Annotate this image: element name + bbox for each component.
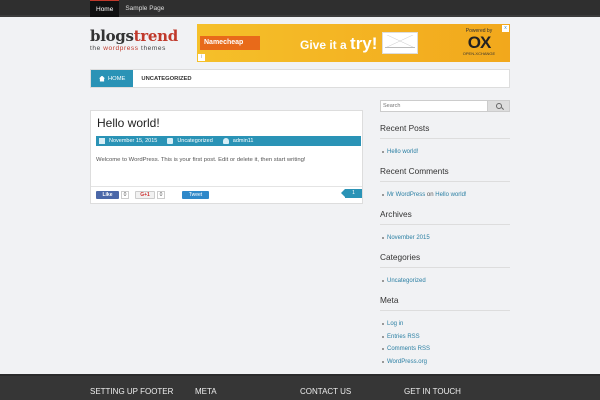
list-item[interactable]: Log in (382, 320, 430, 333)
ox-subtitle: OPEN-XCHANGE (462, 51, 496, 56)
list-item[interactable]: Entries RSS (382, 333, 430, 346)
widget-divider (380, 138, 510, 139)
list-item: Mr WordPress on Hello world! (382, 191, 467, 204)
footer-col-title: SETTING UP FOOTER (90, 387, 174, 396)
topnav-sample-page-link[interactable]: Sample Page (119, 0, 170, 17)
nav-home-label: HOME (108, 75, 126, 82)
namecheap-logo: Namecheap (200, 36, 260, 50)
categories-title: Categories (380, 252, 421, 262)
facebook-like-button[interactable]: Like (96, 191, 119, 199)
widget-divider (380, 310, 510, 311)
list-item[interactable]: November 2015 (382, 234, 430, 247)
tweet-button[interactable]: Tweet (182, 191, 209, 199)
list-item[interactable]: Hello world! (382, 148, 418, 161)
search-button[interactable] (487, 100, 510, 112)
google-plus-button[interactable]: G+1 (135, 191, 155, 199)
meta-list: Log in Entries RSS Comments RSS WordPres… (382, 320, 430, 370)
search-form (380, 100, 510, 112)
ad-close-icon[interactable]: x (502, 25, 509, 32)
logo-title-accent: trend (133, 27, 179, 45)
logo-tagline-accent: wordpress (103, 45, 139, 52)
site-logo[interactable]: blogstrend the wordpress themes (90, 27, 178, 52)
facebook-like-count: 0 (121, 191, 129, 199)
comment-on-text: on (425, 192, 436, 198)
post-excerpt: Welcome to WordPress. This is your first… (96, 157, 306, 163)
envelope-icon (382, 32, 418, 54)
comment-author-link[interactable]: Mr WordPress (387, 192, 425, 198)
calendar-icon (99, 138, 105, 144)
categories-list: Uncategorized (382, 277, 426, 290)
site-footer: SETTING UP FOOTER META CONTACT US GET IN… (0, 374, 600, 400)
google-plus-count: 0 (157, 191, 165, 199)
footer-col-title: META (195, 387, 217, 396)
nav-uncategorized[interactable]: UNCATEGORIZED (133, 70, 199, 87)
meta-title: Meta (380, 295, 399, 305)
list-item[interactable]: WordPress.org (382, 358, 430, 371)
search-input[interactable] (380, 100, 488, 112)
post-category[interactable]: Uncategorized (167, 138, 213, 144)
recent-comments-title: Recent Comments (380, 166, 449, 176)
nav-home[interactable]: HOME (91, 70, 134, 87)
recent-comments-list: Mr WordPress on Hello world! (382, 191, 467, 204)
post-author[interactable]: admin11 (222, 138, 254, 144)
top-nav: Home Sample Page (90, 0, 170, 17)
post-category-text: Uncategorized (177, 138, 213, 144)
top-bar: Home Sample Page (0, 0, 600, 17)
recent-posts-title: Recent Posts (380, 123, 430, 133)
topnav-home-link[interactable]: Home (90, 0, 120, 17)
home-icon (99, 75, 105, 82)
ad-banner[interactable]: Namecheap Give it a try! Powered by OX O… (197, 24, 510, 62)
folder-icon (167, 138, 174, 144)
footer-col-title: CONTACT US (300, 387, 352, 396)
post-divider (91, 186, 362, 187)
comment-count-badge[interactable]: 1 (341, 189, 362, 198)
post-date[interactable]: November 15, 2015 (99, 138, 157, 144)
logo-title-part: blogs (90, 27, 134, 45)
archives-title: Archives (380, 209, 412, 219)
post-card: Hello world! November 15, 2015 Uncategor… (90, 110, 363, 204)
footer-col-title: GET IN TOUCH (404, 387, 461, 396)
post-meta-bar: November 15, 2015 Uncategorized admin11 (96, 136, 361, 146)
archives-list: November 2015 (382, 234, 430, 247)
post-author-text: admin11 (232, 138, 254, 144)
post-title[interactable]: Hello world! (97, 116, 160, 130)
facebook-like: Like 0 (96, 191, 129, 199)
ad-slogan-part: Give it a (300, 38, 351, 52)
ad-slogan-emphasis: try! (350, 34, 378, 53)
recent-posts-list: Hello world! (382, 148, 418, 161)
ox-logo: Powered by OX OPEN-XCHANGE (453, 28, 505, 56)
list-item[interactable]: Uncategorized (382, 277, 426, 290)
logo-tagline-part: the (90, 45, 104, 52)
ox-wordmark: OX (467, 33, 492, 52)
list-item[interactable]: Comments RSS (382, 345, 430, 358)
user-icon (222, 138, 229, 144)
comment-post-link[interactable]: Hello world! (435, 192, 466, 198)
twitter-share: Tweet (174, 191, 209, 199)
ad-slogan: Give it a try! (300, 34, 377, 54)
logo-title: blogstrend (90, 27, 178, 45)
google-plus-share: G+1 0 (135, 191, 165, 199)
ad-info-icon[interactable]: i (198, 54, 205, 61)
widget-divider (380, 267, 510, 268)
main-nav: HOME UNCATEGORIZED (90, 69, 510, 88)
widget-divider (380, 224, 510, 225)
logo-tagline-part: themes (138, 45, 166, 52)
logo-tagline: the wordpress themes (90, 45, 178, 52)
search-icon (496, 103, 502, 109)
post-date-text: November 15, 2015 (109, 138, 158, 144)
widget-divider (380, 181, 510, 182)
